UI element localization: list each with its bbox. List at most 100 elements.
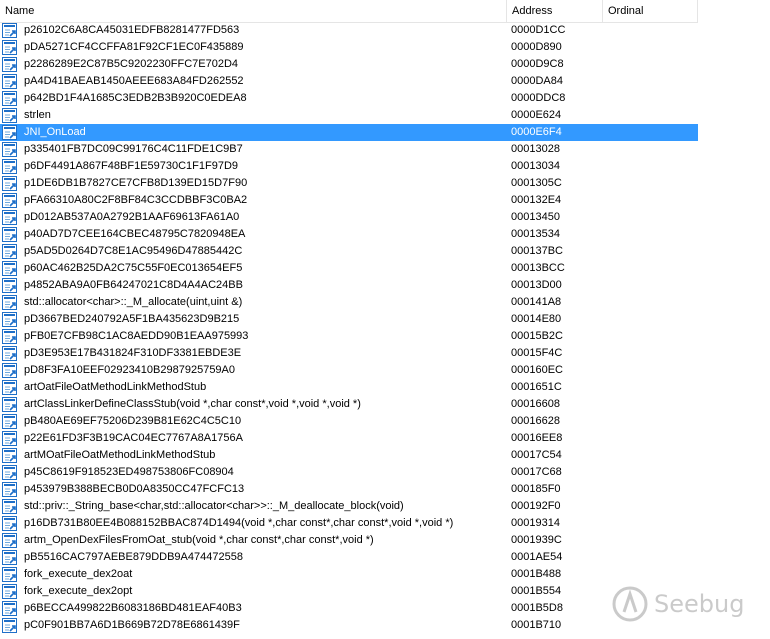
export-address: 0001B554 xyxy=(511,585,562,597)
export-name: pD012AB537A0A2792B1AAF69613FA61A0 xyxy=(24,211,240,223)
export-name: pA4D41BAEAB1450AEEE683A84FD262552 xyxy=(24,75,244,87)
export-name: p40AD7D7CEE164CBEC48795C7820948EA xyxy=(24,228,246,240)
export-address: 0000D9C8 xyxy=(511,58,564,70)
export-name: pD3667BED240792A5F1BA435623D9B215 xyxy=(24,313,240,325)
export-name: p22E61FD3F3B19CAC04EC7767A8A1756A xyxy=(24,432,243,444)
export-row[interactable]: pA4D41BAEAB1450AEEE683A84FD262552 0000DA8… xyxy=(0,73,698,90)
export-row[interactable]: pB5516CAC797AEBE879DDB9A474472558 0001AE5… xyxy=(0,549,698,566)
export-row[interactable]: artMOatFileOatMethodLinkMethodStub 00017C… xyxy=(0,447,698,464)
export-function-icon xyxy=(2,618,18,633)
export-row[interactable]: JNI_OnLoad 0000E6F4 xyxy=(0,124,698,141)
export-address: 000160EC xyxy=(511,364,563,376)
export-row[interactable]: artm_OpenDexFilesFromOat_stub(void *,cha… xyxy=(0,532,698,549)
export-address: 000137BC xyxy=(511,245,563,257)
export-row[interactable]: p2286289E2C87B5C9202230FFC7E702D4 0000D9C… xyxy=(0,56,698,73)
export-row[interactable]: strlen 0000E624 xyxy=(0,107,698,124)
export-row[interactable]: p5AD5D0264D7C8E1AC95496D47885442C 000137B… xyxy=(0,243,698,260)
export-address: 0000D890 xyxy=(511,41,562,53)
export-address: 00013BCC xyxy=(511,262,565,274)
export-row[interactable]: p22E61FD3F3B19CAC04EC7767A8A1756A 00016EE… xyxy=(0,430,698,447)
export-row[interactable]: p16DB731B80EE4B088152BBAC874D1494(void *… xyxy=(0,515,698,532)
export-row[interactable]: artOatFileOatMethodLinkMethodStub 0001651… xyxy=(0,379,698,396)
export-function-icon xyxy=(2,23,18,38)
export-function-icon xyxy=(2,601,18,616)
column-header-ordinal[interactable]: Ordinal xyxy=(602,0,698,22)
export-row[interactable]: p642BD1F4A1685C3EDB2B3B920C0EDEA8 0000DDC… xyxy=(0,90,698,107)
export-row[interactable]: std::allocator<char>::_M_allocate(uint,u… xyxy=(0,294,698,311)
export-function-icon xyxy=(2,295,18,310)
export-row[interactable]: p6DF4491A867F48BF1E59730C1F1F97D9 0001303… xyxy=(0,158,698,175)
export-row[interactable]: p60AC462B25DA2C75C55F0EC013654EF5 00013BC… xyxy=(0,260,698,277)
export-function-icon xyxy=(2,567,18,582)
export-address: 00016628 xyxy=(511,415,560,427)
export-row[interactable]: pDA5271CF4CCFFA81F92CF1EC0F435889 0000D89… xyxy=(0,39,698,56)
export-row[interactable]: p453979B388BECB0D0A8350CC47FCFC13 000185F… xyxy=(0,481,698,498)
export-function-icon xyxy=(2,550,18,565)
export-name: p16DB731B80EE4B088152BBAC874D1494(void *… xyxy=(24,517,454,529)
export-function-icon xyxy=(2,380,18,395)
watermark-text: Seebug xyxy=(654,590,745,618)
export-address: 0000DA84 xyxy=(511,75,563,87)
export-row[interactable]: pFB0E7CFB98C1AC8AEDD90B1EAA975993 00015B2… xyxy=(0,328,698,345)
export-address: 000141A8 xyxy=(511,296,562,308)
export-address: 0001AE54 xyxy=(511,551,563,563)
export-function-icon xyxy=(2,227,18,242)
export-function-icon xyxy=(2,431,18,446)
export-function-icon xyxy=(2,397,18,412)
export-name: artMOatFileOatMethodLinkMethodStub xyxy=(24,449,216,461)
export-row[interactable]: p1DE6DB1B7827CE7CFB8D139ED15D7F90 0001305… xyxy=(0,175,698,192)
export-address: 00015B2C xyxy=(511,330,563,342)
export-function-icon xyxy=(2,91,18,106)
export-row[interactable]: pD012AB537A0A2792B1AAF69613FA61A0 0001345… xyxy=(0,209,698,226)
export-address: 0001651C xyxy=(511,381,562,393)
export-address: 00015F4C xyxy=(511,347,563,359)
export-row[interactable]: p26102C6A8CA45031EDFB8281477FD563 0000D1C… xyxy=(0,22,698,39)
export-address: 0001939C xyxy=(511,534,562,546)
export-row[interactable]: pC0F901BB7A6D1B669B72D78E6861439F 0001B71… xyxy=(0,617,698,634)
export-address: 00013034 xyxy=(511,160,560,172)
column-header-name[interactable]: Name xyxy=(0,0,506,22)
export-name: p453979B388BECB0D0A8350CC47FCFC13 xyxy=(24,483,245,495)
export-function-icon xyxy=(2,414,18,429)
export-function-icon xyxy=(2,516,18,531)
export-name: pD3E953E17B431824F310DF3381EBDE3E xyxy=(24,347,242,359)
export-row[interactable]: p45C8619F918523ED498753806FC08904 00017C6… xyxy=(0,464,698,481)
export-function-icon xyxy=(2,159,18,174)
export-address: 0000DDC8 xyxy=(511,92,566,104)
export-row[interactable]: pB480AE69EF75206D239B81E62C4C5C10 0001662… xyxy=(0,413,698,430)
export-address: 00016608 xyxy=(511,398,560,410)
export-address: 0000D1CC xyxy=(511,24,566,36)
export-address: 00013450 xyxy=(511,211,560,223)
export-name: p6DF4491A867F48BF1E59730C1F1F97D9 xyxy=(24,160,239,172)
export-function-icon xyxy=(2,482,18,497)
export-row[interactable]: fork_execute_dex2opt 0001B554 xyxy=(0,583,698,600)
export-function-icon xyxy=(2,278,18,293)
export-function-icon xyxy=(2,584,18,599)
export-row[interactable]: p335401FB7DC09C99176C4C11FDE1C9B7 0001302… xyxy=(0,141,698,158)
export-address: 0001305C xyxy=(511,177,562,189)
export-row[interactable]: pD3E953E17B431824F310DF3381EBDE3E 00015F4… xyxy=(0,345,698,362)
export-address: 0001B488 xyxy=(511,568,562,580)
export-row[interactable]: pD3667BED240792A5F1BA435623D9B215 00014E8… xyxy=(0,311,698,328)
export-function-icon xyxy=(2,40,18,55)
export-address: 00017C54 xyxy=(511,449,562,461)
column-header-address[interactable]: Address xyxy=(506,0,602,22)
export-row[interactable]: std::priv::_String_base<char,std::alloca… xyxy=(0,498,698,515)
export-name: p4852ABA9A0FB64247021C8D4A4AC24BB xyxy=(24,279,243,291)
export-name: p6BECCA499822B6083186BD481EAF40B3 xyxy=(24,602,242,614)
export-function-icon xyxy=(2,533,18,548)
export-function-icon xyxy=(2,108,18,123)
export-address: 0000E6F4 xyxy=(511,126,562,138)
export-row[interactable]: p40AD7D7CEE164CBEC48795C7820948EA 0001353… xyxy=(0,226,698,243)
export-row[interactable]: p6BECCA499822B6083186BD481EAF40B3 0001B5D… xyxy=(0,600,698,617)
export-row[interactable]: fork_execute_dex2oat 0001B488 xyxy=(0,566,698,583)
export-row[interactable]: artClassLinkerDefineClassStub(void *,cha… xyxy=(0,396,698,413)
export-name: pFA66310A80C2F8BF84C3CCDBBF3C0BA2 xyxy=(24,194,248,206)
export-function-icon xyxy=(2,261,18,276)
export-name: fork_execute_dex2opt xyxy=(24,585,133,597)
export-name: artm_OpenDexFilesFromOat_stub(void *,cha… xyxy=(24,534,374,546)
export-address: 00013D00 xyxy=(511,279,562,291)
export-row[interactable]: pD8F3FA10EEF02923410B2987925759A0 000160E… xyxy=(0,362,698,379)
export-row[interactable]: pFA66310A80C2F8BF84C3CCDBBF3C0BA2 000132E… xyxy=(0,192,698,209)
export-row[interactable]: p4852ABA9A0FB64247021C8D4A4AC24BB 00013D0… xyxy=(0,277,698,294)
